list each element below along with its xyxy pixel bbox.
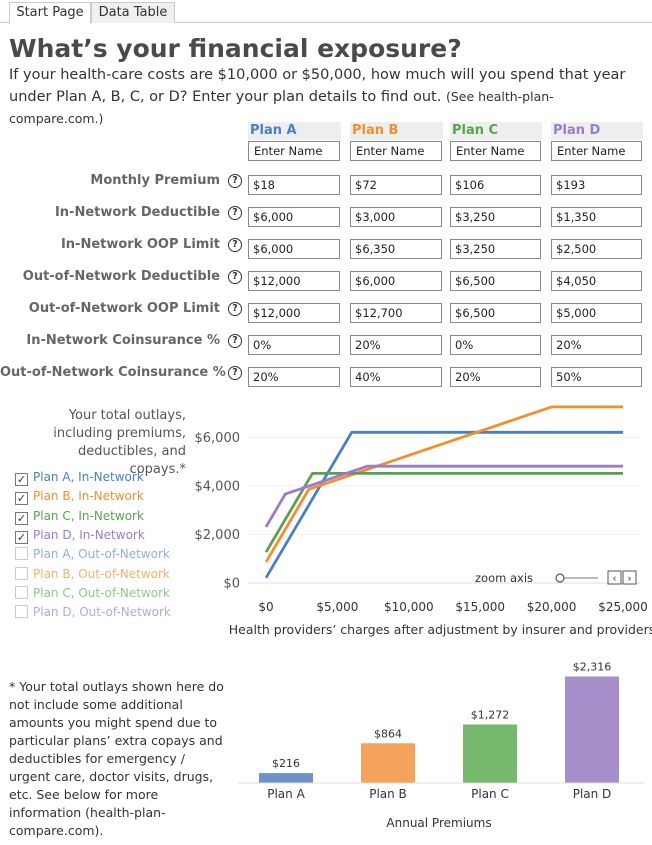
- line-chart-x-axis-label: Health providers’ charges after adjustme…: [229, 622, 652, 637]
- plan-value-input[interactable]: 0%: [248, 335, 340, 355]
- bar-value-label: $1,272: [471, 708, 510, 721]
- plan-header-4: Plan D: [551, 122, 643, 140]
- plan-value-input[interactable]: $6,500: [450, 303, 541, 323]
- plan-value-input[interactable]: $3,250: [450, 207, 541, 227]
- plan-value-input[interactable]: $3,000: [350, 207, 442, 227]
- bar-value-label: $216: [272, 757, 300, 770]
- plan-name-input[interactable]: Enter Name: [551, 141, 642, 161]
- bar-2: [361, 743, 415, 783]
- bar-chart-x-axis-label: Annual Premiums: [386, 816, 491, 830]
- plan-header-3: Plan C: [450, 122, 542, 140]
- chevron-right-icon: ›: [628, 574, 632, 585]
- row-label: Monthly Premium: [90, 173, 220, 188]
- intro-text: If your health-care costs are $10,000 or…: [9, 65, 644, 130]
- outlays-line-chart: $0 $2,000 $4,000 $6,000 $0 $5,000 $10,000 $15,0…: [195, 405, 652, 637]
- plan-value-input[interactable]: $1,350: [551, 207, 642, 227]
- x-tick-label: $20,000: [527, 600, 577, 614]
- zoom-axis-label: zoom axis: [475, 571, 533, 585]
- y-tick-label: $2,000: [195, 528, 241, 543]
- series-line-4: [264, 464, 623, 528]
- x-tick-label: $0: [258, 600, 273, 614]
- plan-value-input[interactable]: 50%: [551, 367, 642, 387]
- y-tick-label: $0: [223, 577, 240, 592]
- footnote: * Your total outlays shown here do not i…: [9, 679, 224, 838]
- bar-3: [463, 724, 517, 783]
- plan-header-1: Plan A: [248, 122, 341, 140]
- plan-value-input[interactable]: $6,350: [350, 239, 442, 259]
- plan-value-input[interactable]: 20%: [350, 335, 442, 355]
- question-circle-icon[interactable]: ?: [228, 334, 242, 348]
- plan-value-input[interactable]: 40%: [350, 367, 442, 387]
- bar-value-label: $864: [374, 727, 402, 740]
- plan-value-input[interactable]: 20%: [450, 367, 541, 387]
- plan-value-input[interactable]: 20%: [551, 335, 642, 355]
- annual-premiums-bar-chart: $216 Plan A $864 Plan B $1,272 Plan C $2,316 Pl…: [238, 660, 644, 830]
- y-tick-label: $4,000: [195, 480, 241, 495]
- tab-start-page[interactable]: Start Page: [9, 2, 91, 24]
- bar-category-label: Plan A: [267, 787, 305, 801]
- page-title: What’s your financial exposure?: [9, 34, 462, 63]
- row-label: Out-of-Network Deductible: [22, 269, 220, 284]
- plan-value-input[interactable]: $106: [450, 175, 541, 195]
- tab-data-table[interactable]: Data Table: [91, 2, 175, 23]
- plan-value-input[interactable]: 0%: [450, 335, 541, 355]
- plan-value-input[interactable]: $18: [248, 175, 340, 195]
- plan-value-input[interactable]: $6,000: [248, 207, 340, 227]
- x-tick-label: $5,000: [316, 600, 358, 614]
- question-circle-icon[interactable]: ?: [228, 238, 242, 252]
- bar-4: [565, 676, 619, 783]
- x-tick-label: $10,000: [384, 600, 434, 614]
- plan-value-input[interactable]: $72: [350, 175, 442, 195]
- plan-header-2: Plan B: [350, 122, 443, 140]
- plan-value-input[interactable]: $6,500: [450, 271, 541, 291]
- plan-name-input[interactable]: Enter Name: [450, 141, 541, 161]
- plan-value-input[interactable]: $12,000: [248, 271, 340, 291]
- row-label: In-Network OOP Limit: [60, 237, 220, 252]
- plan-value-input[interactable]: 20%: [248, 367, 340, 387]
- plan-name-input[interactable]: Enter Name: [248, 141, 340, 161]
- row-label: In-Network Coinsurance %: [26, 333, 220, 348]
- bar-category-label: Plan B: [369, 787, 407, 801]
- question-circle-icon[interactable]: ?: [228, 270, 242, 284]
- question-circle-icon[interactable]: ?: [228, 366, 242, 380]
- plan-value-input[interactable]: $3,250: [450, 239, 541, 259]
- series-line-2: [264, 405, 623, 563]
- plan-value-input[interactable]: $2,500: [551, 239, 642, 259]
- plan-value-input[interactable]: $4,050: [551, 271, 642, 291]
- plan-value-input[interactable]: $6,000: [350, 271, 442, 291]
- bar-category-label: Plan C: [471, 787, 509, 801]
- tab-bar: Start Page Data Table: [0, 0, 652, 24]
- bar-1: [259, 773, 313, 783]
- bar-value-label: $2,316: [573, 660, 612, 673]
- bar-category-label: Plan D: [573, 787, 612, 801]
- plan-value-input[interactable]: $6,000: [248, 239, 340, 259]
- row-label: Out-of-Network OOP Limit: [28, 301, 220, 316]
- row-label: In-Network Deductible: [54, 205, 220, 220]
- row-label: Out-of-Network Coinsurance %: [0, 365, 226, 380]
- chevron-left-icon: ‹: [613, 574, 617, 585]
- question-circle-icon[interactable]: ?: [228, 174, 242, 188]
- plan-value-input[interactable]: $12,000: [248, 303, 340, 323]
- x-tick-label: $15,000: [455, 600, 505, 614]
- question-circle-icon[interactable]: ?: [228, 302, 242, 316]
- plan-value-input[interactable]: $12,700: [350, 303, 442, 323]
- plan-value-input[interactable]: $5,000: [551, 303, 642, 323]
- plan-name-input[interactable]: Enter Name: [350, 141, 442, 161]
- x-tick-label: $25,000: [598, 600, 648, 614]
- y-tick-label: $6,000: [195, 431, 241, 446]
- zoom-slider-handle[interactable]: [555, 573, 565, 583]
- series-line-1: [264, 430, 623, 579]
- question-circle-icon[interactable]: ?: [228, 206, 242, 220]
- plan-value-input[interactable]: $193: [551, 175, 642, 195]
